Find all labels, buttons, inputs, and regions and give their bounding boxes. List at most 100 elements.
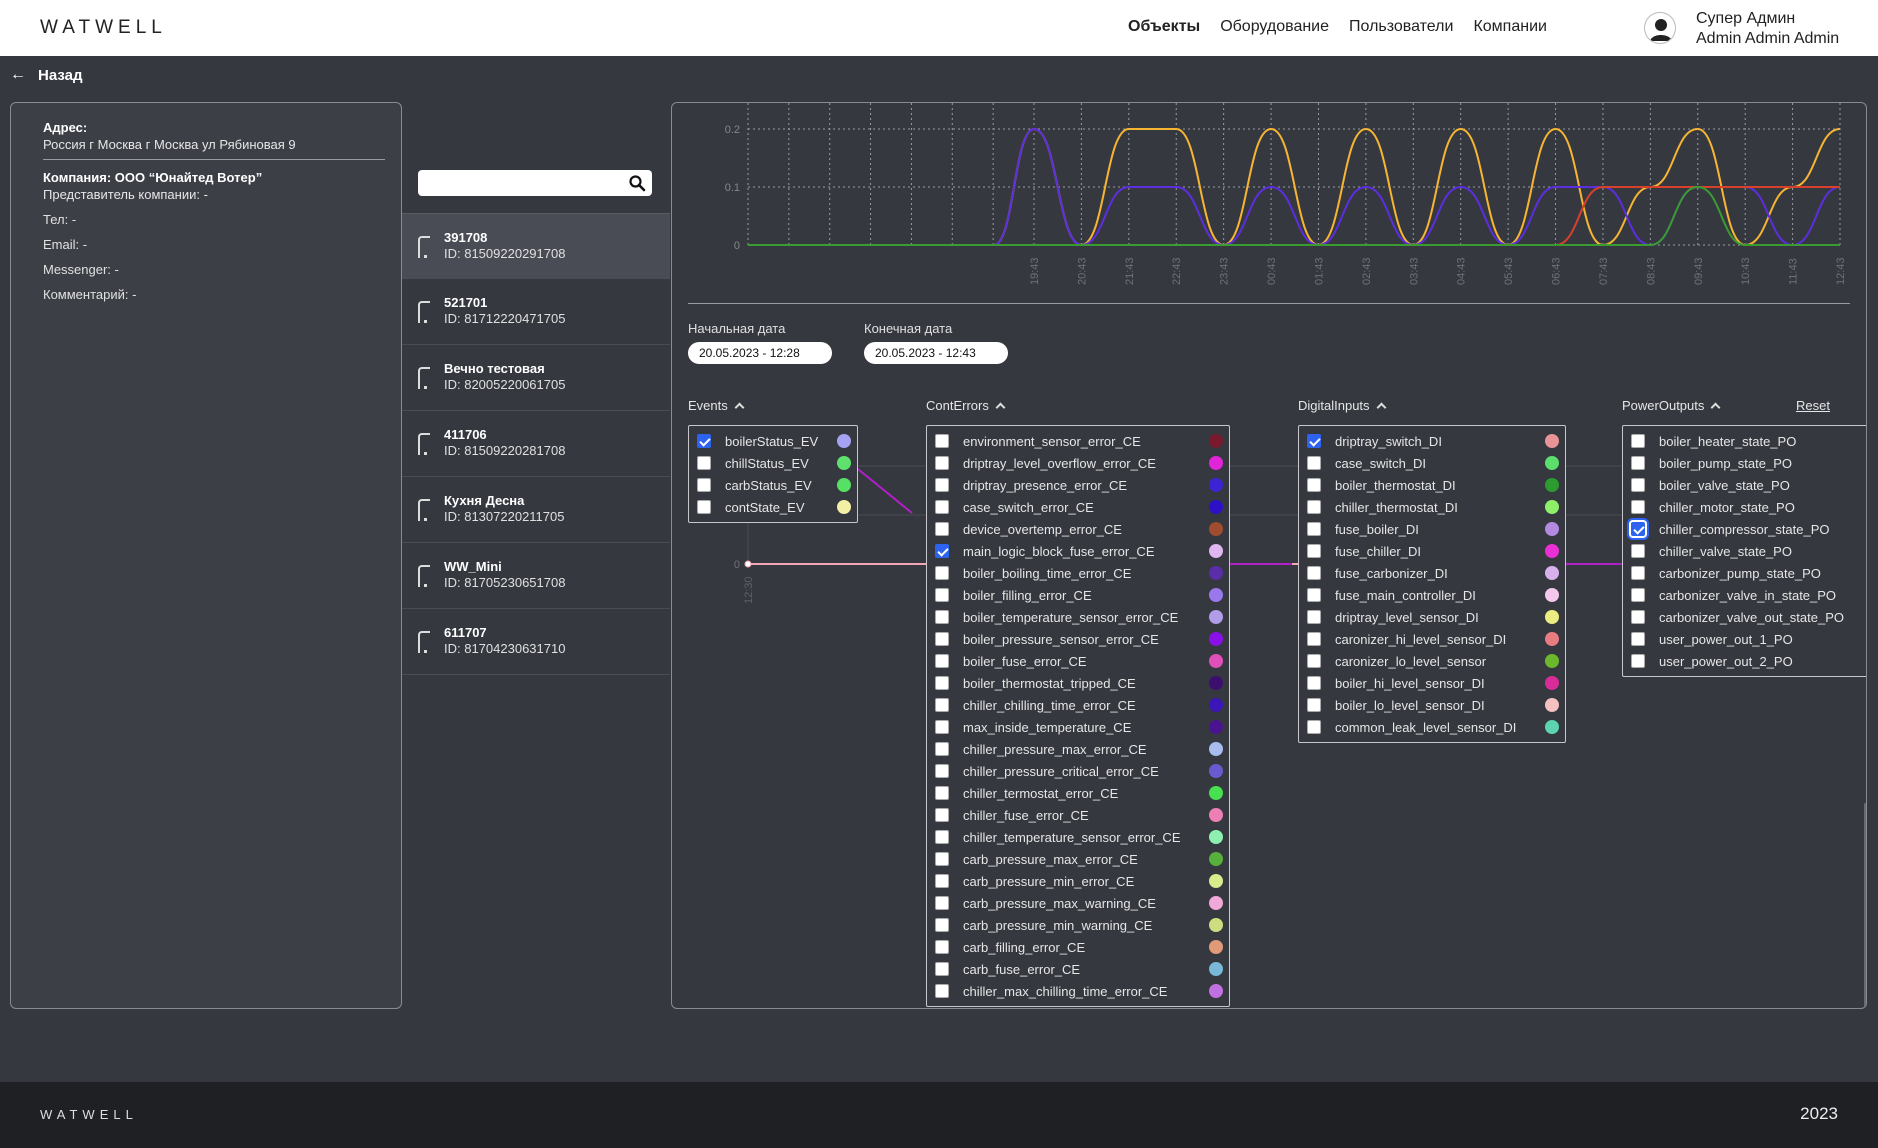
filter-checkbox[interactable]: [935, 544, 949, 558]
filter-checkbox[interactable]: [935, 852, 949, 866]
filter-checkbox[interactable]: [1307, 544, 1321, 558]
group-toggle-events[interactable]: Events: [688, 398, 745, 413]
filter-checkbox[interactable]: [1307, 632, 1321, 646]
filter-checkbox[interactable]: [1307, 610, 1321, 624]
phone: Тел: -: [43, 212, 77, 227]
filter-checkbox[interactable]: [935, 522, 949, 536]
nav-item-equipment[interactable]: Оборудование: [1220, 18, 1329, 36]
search-icon[interactable]: [628, 174, 646, 192]
end-date-input[interactable]: 20.05.2023 - 12:43: [864, 342, 1008, 364]
filter-checkbox[interactable]: [935, 786, 949, 800]
filter-checkbox[interactable]: [1631, 654, 1645, 668]
filter-checkbox[interactable]: [935, 478, 949, 492]
filter-checkbox[interactable]: [935, 918, 949, 932]
device-name: WW_Mini: [444, 559, 502, 574]
filter-checkbox[interactable]: [1307, 566, 1321, 580]
filter-checkbox[interactable]: [1307, 654, 1321, 668]
filter-checkbox[interactable]: [935, 874, 949, 888]
filter-checkbox[interactable]: [1307, 698, 1321, 712]
filter-checkbox[interactable]: [935, 764, 949, 778]
filter-checkbox[interactable]: [935, 632, 949, 646]
user-name[interactable]: Супер Админ Admin Admin Admin: [1696, 9, 1839, 49]
logo[interactable]: WATWELL: [40, 17, 167, 39]
footer-logo: WATWELL: [40, 1107, 138, 1122]
nav-item-users[interactable]: Пользователи: [1349, 18, 1453, 36]
filter-checkbox[interactable]: [935, 500, 949, 514]
panel-scrollbar[interactable]: [1864, 803, 1866, 1008]
filter-label: fuse_chiller_DI: [1335, 543, 1421, 559]
filter-checkbox[interactable]: [935, 940, 949, 954]
conterrors-filter-list: environment_sensor_error_CE driptray_leve…: [926, 425, 1230, 1007]
group-toggle-conterrors[interactable]: ContErrors: [926, 398, 1006, 413]
filter-item: chiller_thermostat_DI: [1299, 496, 1565, 518]
filter-checkbox[interactable]: [1307, 456, 1321, 470]
filter-checkbox[interactable]: [1631, 544, 1645, 558]
filter-checkbox[interactable]: [1631, 566, 1645, 580]
filter-checkbox[interactable]: [697, 456, 711, 470]
filter-checkbox[interactable]: [1307, 434, 1321, 448]
filter-checkbox[interactable]: [1631, 500, 1645, 514]
filter-checkbox[interactable]: [1307, 720, 1321, 734]
filter-checkbox[interactable]: [1307, 522, 1321, 536]
filter-checkbox[interactable]: [935, 896, 949, 910]
filter-checkbox[interactable]: [1631, 588, 1645, 602]
filter-checkbox[interactable]: [935, 720, 949, 734]
filter-item: user_power_out_2_PO: [1623, 650, 1866, 672]
filter-checkbox[interactable]: [935, 434, 949, 448]
device-list-item[interactable]: 521701 ID: 81712220471705: [402, 279, 670, 345]
filter-checkbox[interactable]: [1631, 478, 1645, 492]
filter-checkbox[interactable]: [935, 588, 949, 602]
filter-checkbox[interactable]: [935, 456, 949, 470]
filter-checkbox[interactable]: [1307, 500, 1321, 514]
filter-checkbox[interactable]: [935, 830, 949, 844]
filter-item: common_leak_level_sensor_DI: [1299, 716, 1565, 738]
company-representative: Представитель компании: -: [43, 187, 208, 202]
user-avatar-icon[interactable]: [1644, 12, 1676, 44]
filter-checkbox[interactable]: [935, 742, 949, 756]
nav-item-objects[interactable]: Объекты: [1128, 18, 1200, 36]
device-list-item[interactable]: 611707 ID: 81704230631710: [402, 609, 670, 675]
filter-checkbox[interactable]: [935, 566, 949, 580]
nav-item-companies[interactable]: Компании: [1473, 18, 1547, 36]
device-list-item[interactable]: Вечно тестовая ID: 82005220061705: [402, 345, 670, 411]
filter-checkbox[interactable]: [935, 676, 949, 690]
filter-checkbox[interactable]: [697, 500, 711, 514]
filter-checkbox[interactable]: [1631, 610, 1645, 624]
reset-button[interactable]: Reset: [1796, 398, 1830, 413]
filter-label: boiler_boiling_time_error_CE: [963, 565, 1132, 581]
filter-checkbox[interactable]: [1307, 478, 1321, 492]
device-id: ID: 81704230631710: [444, 641, 566, 656]
series-color-dot: [1545, 500, 1559, 514]
filter-checkbox[interactable]: [1631, 522, 1645, 536]
y-tick-label: 0: [734, 559, 740, 571]
filter-checkbox[interactable]: [697, 478, 711, 492]
group-toggle-digitalinputs[interactable]: DigitalInputs: [1298, 398, 1386, 413]
filter-label: boiler_thermostat_DI: [1335, 477, 1456, 493]
filter-checkbox[interactable]: [1307, 588, 1321, 602]
filter-item: carb_pressure_max_warning_CE: [927, 892, 1229, 914]
filter-checkbox[interactable]: [697, 434, 711, 448]
filter-checkbox[interactable]: [935, 962, 949, 976]
group-title-digitalinputs: DigitalInputs: [1298, 398, 1370, 413]
start-date-input[interactable]: 20.05.2023 - 12:28: [688, 342, 832, 364]
filter-checkbox[interactable]: [935, 610, 949, 624]
filter-checkbox[interactable]: [935, 808, 949, 822]
group-toggle-poweroutputs[interactable]: PowerOutputs: [1622, 398, 1721, 413]
filter-checkbox[interactable]: [935, 984, 949, 998]
back-button[interactable]: ← Назад: [10, 66, 82, 84]
device-list-item[interactable]: Кухня Десна ID: 81307220211705: [402, 477, 670, 543]
device-list-item[interactable]: 391708 ID: 81509220291708: [402, 213, 670, 279]
filter-checkbox[interactable]: [1631, 632, 1645, 646]
series-color-dot: [1209, 654, 1223, 668]
device-list-item[interactable]: 411706 ID: 81509220281708: [402, 411, 670, 477]
address-block: Адрес: Россия г Москва г Москва ул Рябин…: [43, 119, 385, 160]
filter-checkbox[interactable]: [935, 698, 949, 712]
filter-checkbox[interactable]: [1631, 434, 1645, 448]
filter-checkbox[interactable]: [935, 654, 949, 668]
filter-label: caronizer_lo_level_sensor: [1335, 653, 1487, 669]
filter-checkbox[interactable]: [1631, 456, 1645, 470]
device-list-item[interactable]: WW_Mini ID: 81705230651708: [402, 543, 670, 609]
filter-checkbox[interactable]: [1307, 676, 1321, 690]
search-input[interactable]: [418, 170, 622, 196]
series-color-dot: [1209, 478, 1223, 492]
